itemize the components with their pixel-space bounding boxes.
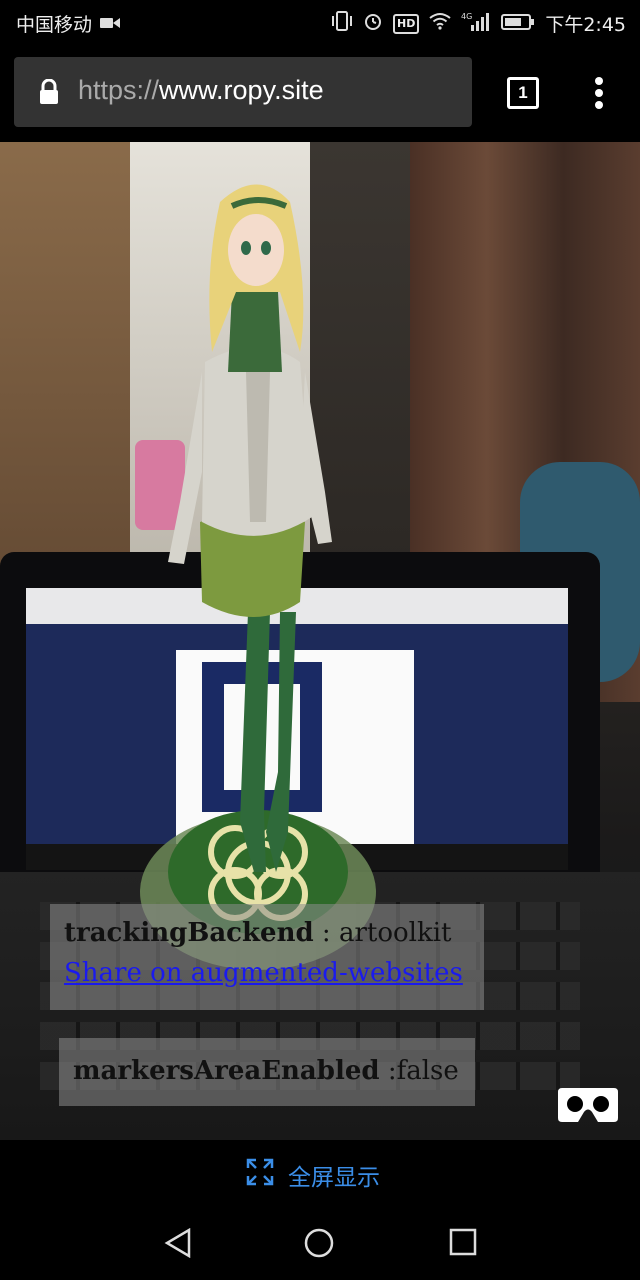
markers-area-line: markersAreaEnabled :false [73,1056,459,1086]
overflow-menu-button[interactable] [590,77,608,109]
home-circle-icon [304,1228,334,1258]
recents-button[interactable] [449,1228,477,1260]
ar-camera-view[interactable]: trackingBackend : artoolkit Share on aug… [0,142,640,1140]
menu-dot-icon [595,101,603,109]
system-nav-bar [0,1206,640,1280]
markers-area-value: false [396,1056,459,1086]
browser-toolbar: https://www.ropy.site 1 [0,44,640,142]
tracking-separator: : [313,918,339,948]
ar-3d-character-model [140,184,376,970]
home-button[interactable] [304,1228,334,1262]
vibrate-icon [331,11,353,36]
hd-icon: HD [392,13,420,34]
fullscreen-icon [246,1158,274,1192]
fullscreen-label: 全屏显示 [288,1165,380,1191]
markers-separator: : [379,1056,397,1086]
alarm-icon [363,11,383,36]
menu-dot-icon [595,89,603,97]
tracking-backend-value: artoolkit [338,918,452,948]
fullscreen-button[interactable]: 全屏显示 [246,1158,380,1192]
url-scheme: https:// [78,75,160,105]
clock: 下午2:45 [545,14,626,36]
fullscreen-bar: 全屏显示 [0,1140,640,1206]
menu-dot-icon [595,77,603,85]
lock-icon [38,78,60,109]
back-triangle-icon [164,1227,191,1259]
recents-square-icon [449,1228,477,1256]
url-host: www.ropy.site [159,75,324,105]
vr-mode-button[interactable] [556,1086,620,1124]
tab-switcher-button[interactable]: 1 [507,77,539,109]
network-label: 4G [461,12,472,21]
wifi-icon [429,12,451,35]
vr-headset-icon [558,1088,618,1122]
back-button[interactable] [164,1227,192,1262]
status-right: HD 4G 下午2:45 [331,10,626,37]
markers-area-key: markersAreaEnabled [73,1056,380,1086]
status-left: 中国移动 [16,10,121,37]
url-text[interactable]: https://www.ropy.site [78,75,324,106]
tracking-info-panel: trackingBackend : artoolkit Share on aug… [50,904,484,1010]
share-link-line: Share on augmented-websites [64,958,463,988]
tracking-backend-line: trackingBackend : artoolkit [64,918,451,948]
signal-icon: 4G [461,11,491,36]
tracking-backend-key: trackingBackend [64,918,314,948]
video-camera-icon [100,13,121,35]
battery-icon [501,13,535,35]
carrier-label: 中国移动 [16,14,93,36]
status-bar: 中国移动 HD 4G 下午2:45 [0,0,640,44]
address-bar[interactable]: https://www.ropy.site [14,57,472,127]
markers-area-panel: markersAreaEnabled :false [59,1038,475,1106]
share-link[interactable]: Share on augmented-websites [64,958,463,988]
